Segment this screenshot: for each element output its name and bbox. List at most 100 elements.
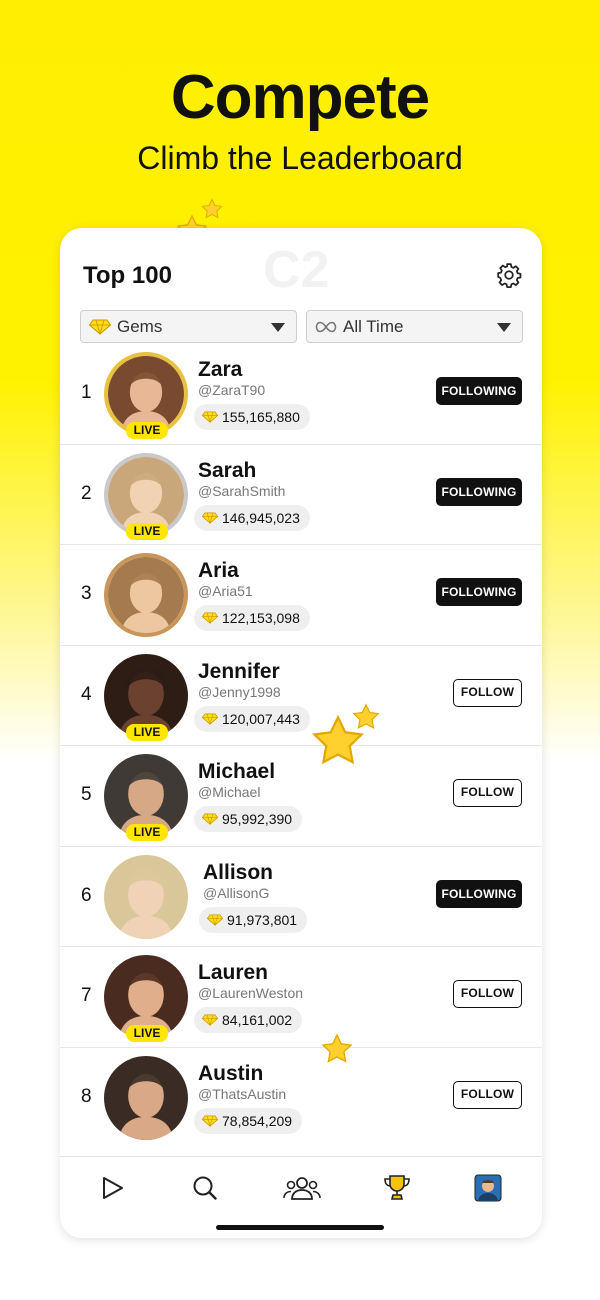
avatar[interactable] — [104, 553, 188, 637]
rank-number: 8 — [81, 1085, 92, 1107]
infinity-icon — [315, 321, 337, 332]
hero-subtitle: Climb the Leaderboard — [137, 140, 463, 176]
follow-button[interactable]: FOLLOW — [453, 678, 522, 707]
gem-icon — [202, 612, 218, 624]
gem-count-pill: 122,153,098 — [194, 605, 310, 631]
gem-count: 146,945,023 — [222, 509, 300, 526]
following-button[interactable]: FOLLOWING — [436, 377, 522, 405]
portrait-image — [104, 854, 188, 939]
rank-number: 6 — [81, 884, 92, 906]
user-handle: @Michael — [198, 784, 261, 800]
user-name[interactable]: Allison — [203, 861, 273, 885]
leaderboard-row[interactable]: 8 Austin @ThatsAustin 78,854,209 FOLLOW — [60, 1048, 542, 1152]
rank-number: 1 — [81, 382, 92, 403]
user-handle: @ZaraT90 — [198, 382, 266, 398]
following-button[interactable]: FOLLOWING — [436, 578, 522, 606]
star-icon — [311, 714, 365, 765]
play-icon[interactable] — [97, 1173, 127, 1203]
portrait-image — [108, 356, 184, 432]
period-dropdown[interactable]: All Time — [306, 310, 523, 343]
gem-icon — [207, 914, 223, 926]
user-handle: @Aria51 — [198, 583, 253, 599]
portrait-image — [108, 557, 184, 633]
profile-avatar[interactable] — [474, 1174, 502, 1202]
watermark: C2 — [263, 241, 330, 299]
gem-icon — [202, 411, 218, 423]
leaderboard-row[interactable]: 2 LIVE Sarah @SarahSmith 146,945,023 FOL… — [60, 445, 542, 545]
user-handle: @Jenny1998 — [198, 683, 281, 700]
rank-number: 3 — [81, 583, 92, 604]
avatar[interactable] — [104, 854, 188, 939]
avatar-image — [104, 553, 188, 637]
gem-count-pill: 146,945,023 — [194, 504, 310, 531]
period-dropdown-value: All Time — [343, 316, 404, 336]
avatar[interactable] — [104, 1055, 188, 1140]
avatar[interactable]: LIVE — [104, 352, 188, 439]
live-badge: LIVE — [126, 723, 168, 741]
leaderboard-row[interactable]: 4 LIVE Jennifer @Jenny1998 120,007,443 F… — [60, 646, 542, 746]
rank-number: 5 — [81, 784, 92, 805]
leaderboard-row[interactable]: 5 LIVE Michael @Michael 95,992,390 FOLLO… — [60, 746, 542, 847]
gem-count-pill: 95,992,390 — [194, 806, 303, 832]
gem-count: 155,165,880 — [222, 409, 300, 425]
follow-button[interactable]: FOLLOW — [453, 779, 522, 807]
gem-icon — [202, 713, 218, 725]
chevron-down-icon — [271, 323, 285, 332]
gem-count: 84,161,002 — [222, 1012, 293, 1028]
avatar-image — [104, 854, 188, 939]
user-name[interactable]: Sarah — [198, 459, 256, 483]
leaderboard-card: C2 Top 100 Gems All Time 1 LIVE Zara @Za… — [60, 228, 542, 1238]
user-name[interactable]: Michael — [198, 760, 275, 784]
tab-bar — [60, 1156, 542, 1238]
avatar[interactable]: LIVE — [104, 754, 188, 841]
gem-count-pill: 155,165,880 — [194, 404, 310, 430]
people-icon[interactable] — [282, 1173, 322, 1203]
hero-title: Compete — [170, 63, 430, 132]
leaderboard-row[interactable]: 3 Aria @Aria51 122,153,098 FOLLOWING — [60, 545, 542, 646]
avatar[interactable]: LIVE — [104, 653, 188, 741]
gem-count: 95,992,390 — [222, 811, 293, 827]
gem-icon — [202, 1115, 218, 1127]
gem-icon — [89, 319, 111, 335]
user-name[interactable]: Aria — [198, 559, 239, 583]
metric-dropdown-value: Gems — [117, 316, 163, 336]
page-title: Top 100 — [83, 262, 172, 289]
gem-count: 78,854,209 — [222, 1112, 293, 1129]
gem-icon — [202, 813, 218, 825]
avatar[interactable]: LIVE — [104, 955, 188, 1042]
following-button[interactable]: FOLLOWING — [436, 477, 522, 506]
gem-count-pill: 78,854,209 — [194, 1107, 303, 1134]
live-badge: LIVE — [126, 422, 168, 439]
user-handle: @LaurenWeston — [198, 985, 304, 1001]
avatar[interactable]: LIVE — [104, 452, 188, 540]
user-name[interactable]: Jennifer — [198, 660, 280, 684]
portrait-image — [108, 456, 184, 533]
user-handle: @ThatsAustin — [198, 1085, 287, 1102]
follow-button[interactable]: FOLLOW — [453, 980, 522, 1008]
leaderboard-row[interactable]: 6 Allison @AllisonG 91,973,801 FOLLOWING — [60, 847, 542, 947]
gem-count: 120,007,443 — [222, 710, 300, 727]
chevron-down-icon — [497, 323, 511, 332]
leaderboard-row[interactable]: 1 LIVE Zara @ZaraT90 155,165,880 FOLLOWI… — [60, 344, 542, 445]
search-icon[interactable] — [190, 1173, 220, 1203]
trophy-icon[interactable] — [382, 1173, 412, 1203]
gem-count: 122,153,098 — [222, 610, 300, 626]
portrait-image — [104, 1055, 188, 1140]
leaderboard-list: 1 LIVE Zara @ZaraT90 155,165,880 FOLLOWI… — [60, 344, 542, 1152]
following-button[interactable]: FOLLOWING — [436, 879, 522, 908]
gem-count-pill: 91,973,801 — [199, 906, 308, 933]
user-name[interactable]: Lauren — [198, 961, 268, 985]
user-handle: @SarahSmith — [198, 482, 286, 499]
follow-button[interactable]: FOLLOW — [453, 1080, 522, 1109]
rank-number: 2 — [81, 482, 92, 504]
user-name[interactable]: Austin — [198, 1062, 263, 1086]
star-icon — [321, 1033, 353, 1063]
user-handle: @AllisonG — [203, 884, 270, 901]
leaderboard-row[interactable]: 7 LIVE Lauren @LaurenWeston 84,161,002 F… — [60, 947, 542, 1048]
gem-count: 91,973,801 — [227, 911, 298, 928]
gear-icon[interactable] — [496, 262, 522, 288]
rank-number: 7 — [81, 985, 92, 1006]
gem-icon — [202, 512, 218, 524]
user-name[interactable]: Zara — [198, 358, 242, 382]
metric-dropdown[interactable]: Gems — [80, 310, 297, 343]
